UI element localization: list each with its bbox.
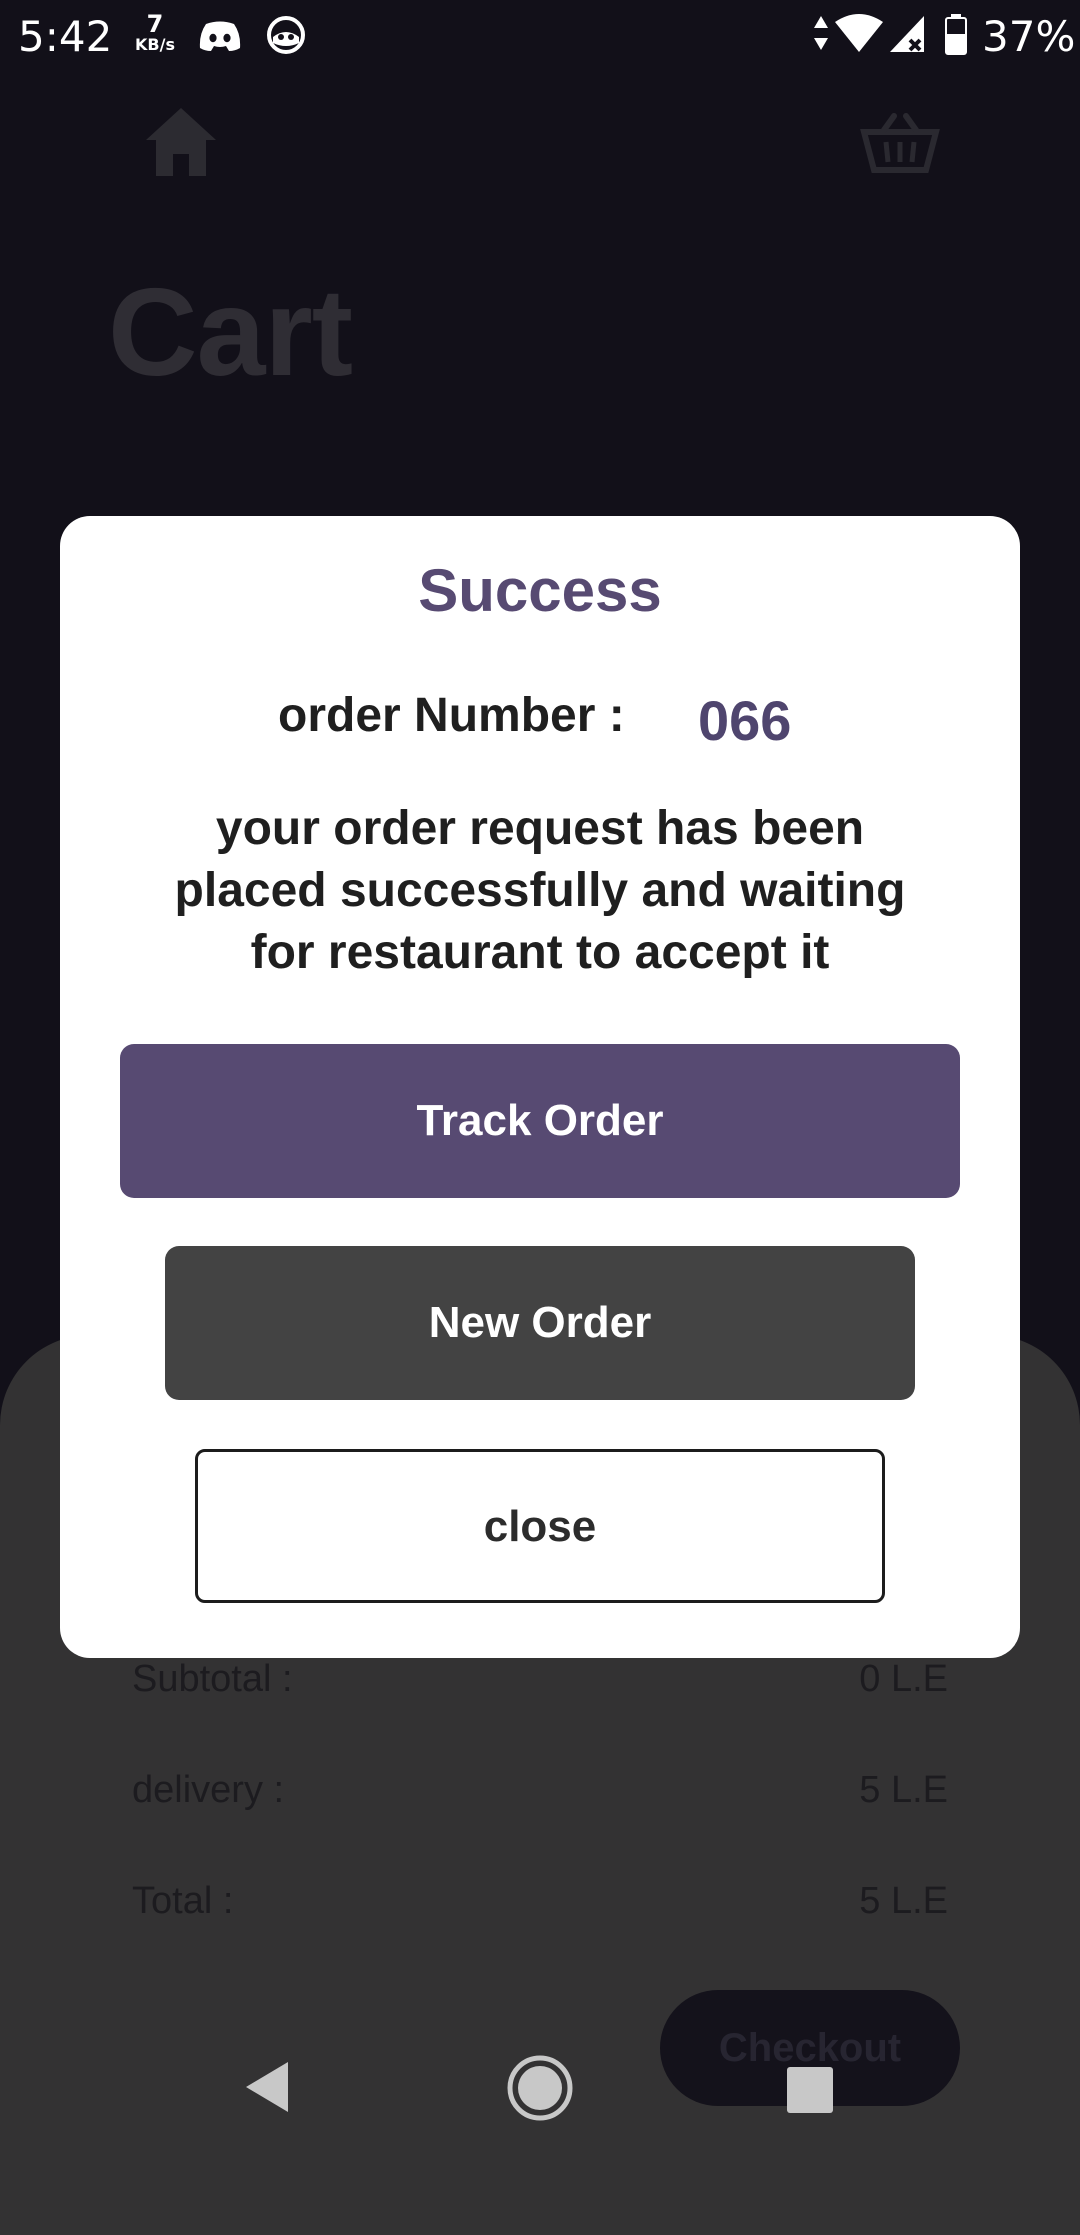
new-order-button[interactable]: New Order	[165, 1246, 915, 1400]
total-row: Total : 5 L.E	[132, 1880, 948, 1923]
ghost-app-icon	[267, 16, 305, 54]
cell-signal-icon	[890, 16, 924, 52]
status-bar: 5:42 7 KB/s 37%	[0, 0, 1080, 72]
subtotal-row: Subtotal : 0 L.E	[132, 1658, 948, 1701]
wifi-icon	[835, 14, 883, 52]
total-label: Total :	[132, 1880, 234, 1922]
dialog-title: Success	[418, 557, 662, 624]
recents-icon[interactable]	[786, 2066, 834, 2114]
network-speed-value: 7	[146, 10, 164, 38]
track-order-button[interactable]: Track Order	[120, 1044, 960, 1198]
total-value: 5 L.E	[859, 1880, 948, 1922]
delivery-label: delivery :	[132, 1769, 285, 1811]
battery-percentage: 37%	[982, 12, 1076, 61]
network-speed-unit: KB/s	[135, 35, 175, 54]
page-title: Cart	[108, 264, 353, 402]
status-time: 5:42	[18, 12, 113, 61]
basket-icon[interactable]	[860, 112, 940, 176]
network-speed: 7 KB/s	[130, 12, 180, 53]
order-number-value: 066	[698, 689, 792, 752]
back-icon[interactable]	[244, 2060, 290, 2114]
dialog-message: your order request has been placed succe…	[174, 802, 906, 979]
battery-icon	[945, 14, 967, 55]
delivery-value: 5 L.E	[859, 1769, 948, 1811]
close-button[interactable]: close	[195, 1449, 885, 1603]
home-nav-icon[interactable]	[506, 2054, 574, 2122]
home-icon[interactable]	[144, 104, 218, 180]
order-number-label: order Number :	[278, 689, 625, 742]
success-dialog: Success order Number : 066 your order re…	[60, 516, 1020, 1658]
system-nav-bar	[0, 2040, 1080, 2160]
delivery-row: delivery : 5 L.E	[132, 1769, 948, 1812]
data-arrows-icon	[814, 16, 828, 50]
subtotal-label: Subtotal :	[132, 1658, 293, 1700]
subtotal-value: 0 L.E	[859, 1658, 948, 1700]
discord-icon	[199, 21, 241, 51]
